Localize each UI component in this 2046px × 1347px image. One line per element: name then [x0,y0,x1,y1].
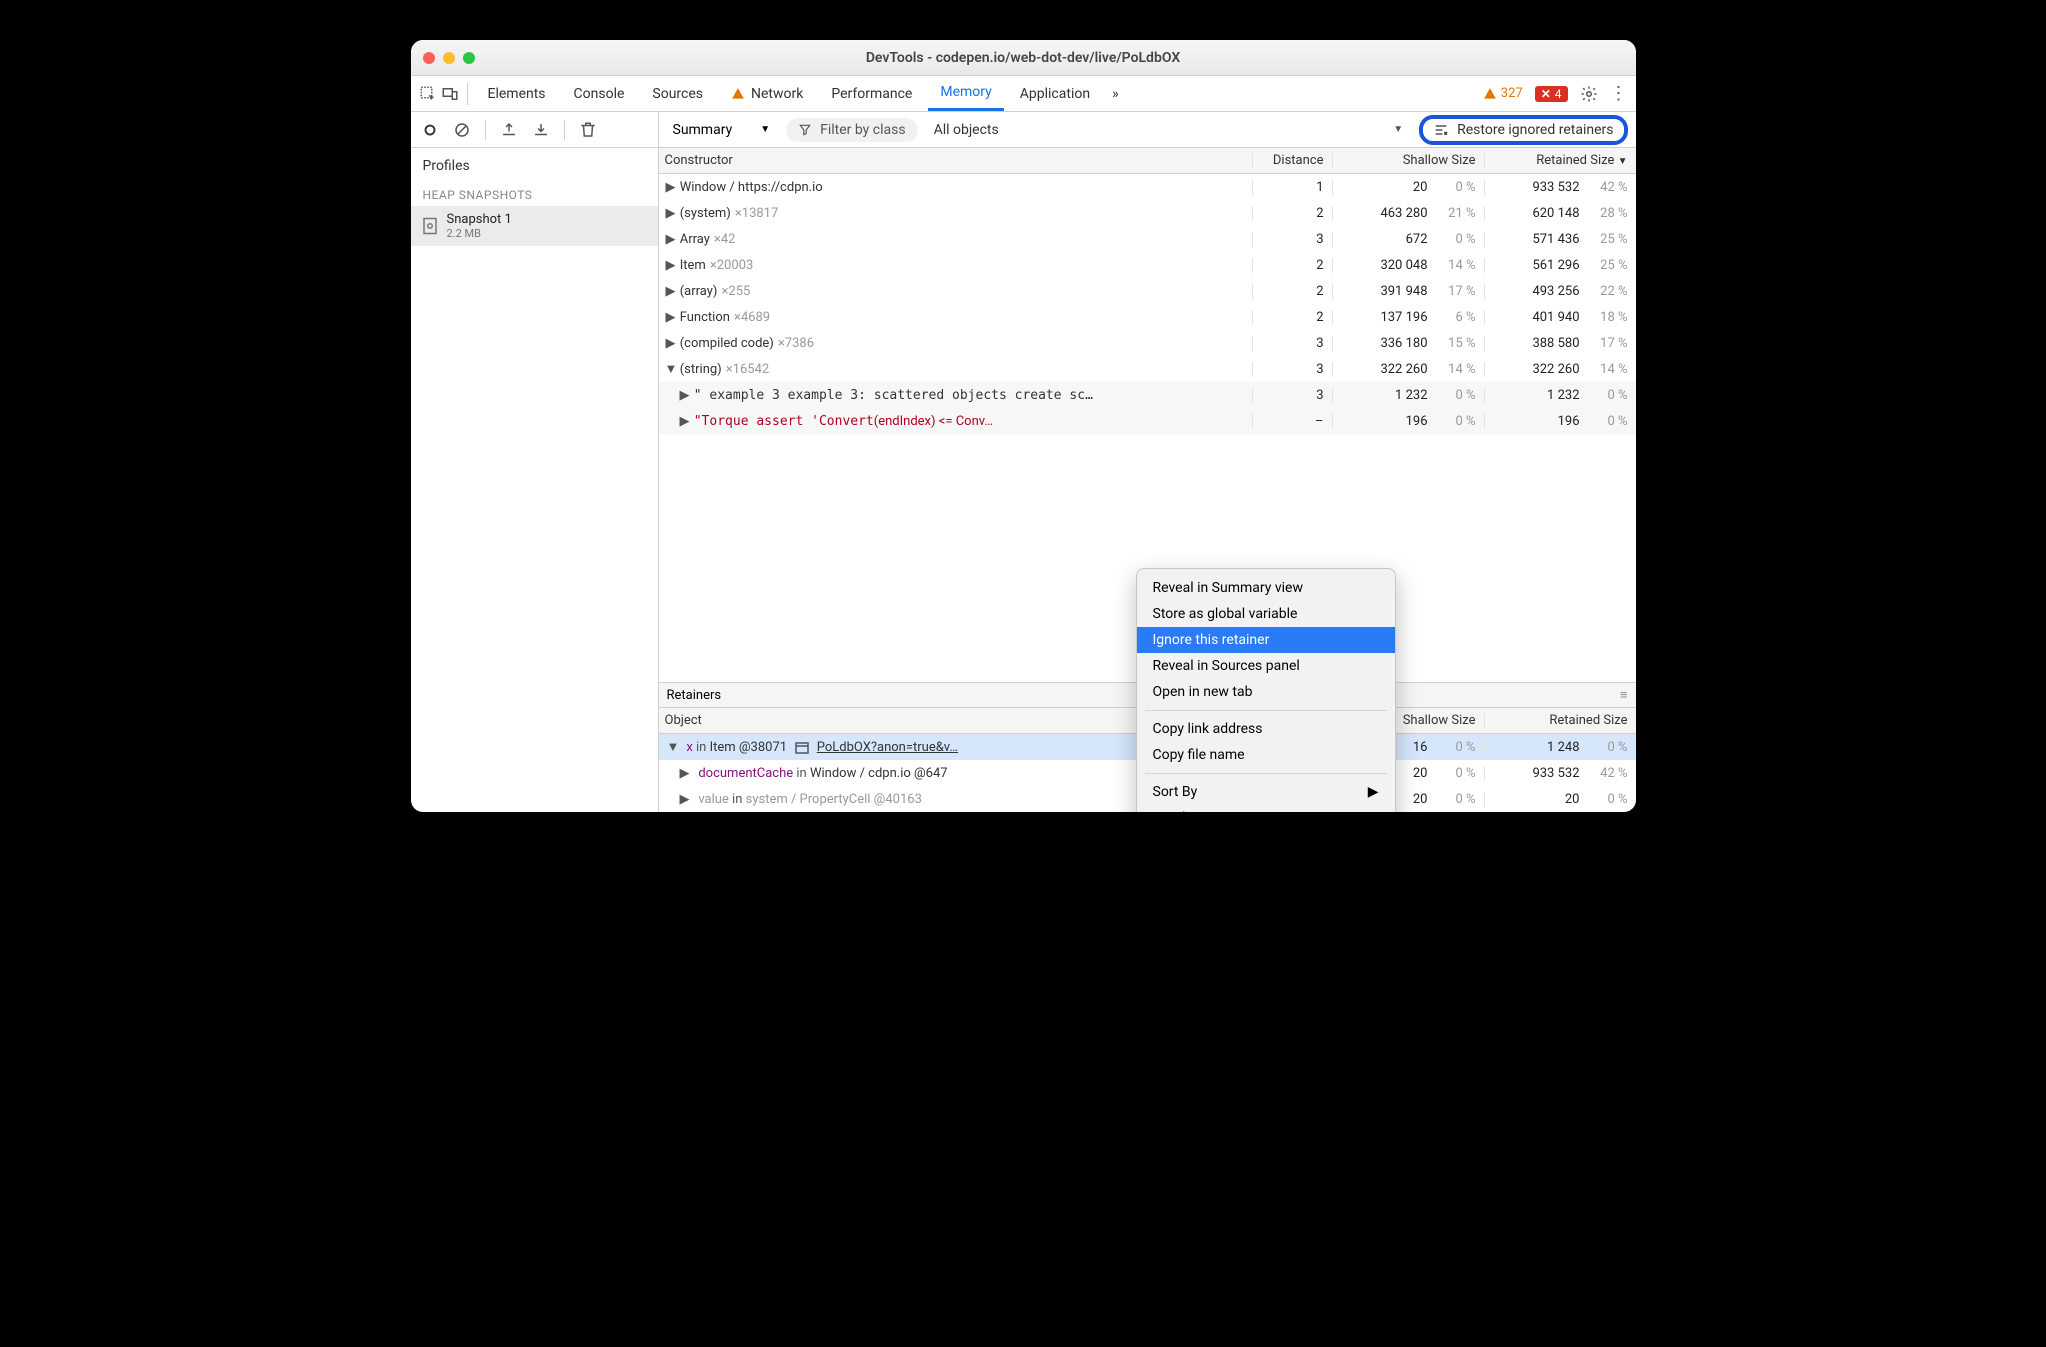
table-row[interactable]: ▶ " example 3 example 3: scattered objec… [659,382,1636,408]
ctx-open-new-tab[interactable]: Open in new tab [1137,679,1395,705]
table-row[interactable]: ▶ (system)×13817 2 463 28021 % 620 14828… [659,200,1636,226]
inspect-icon[interactable] [419,85,437,103]
tab-performance[interactable]: Performance [819,76,924,111]
ctx-reveal-sources[interactable]: Reveal in Sources panel [1137,653,1395,679]
retainers-menu-icon[interactable]: ≡ [1620,687,1628,703]
ctx-sort-by[interactable]: Sort By▶ [1137,779,1395,805]
table-row[interactable]: ▼ (string)×16542 3 322 26014 % 322 26014… [659,356,1636,382]
restore-ignored-retainers-button[interactable]: Restore ignored retainers [1419,115,1627,145]
delete-icon[interactable] [579,121,597,139]
warning-count[interactable]: 327 [1483,86,1523,101]
ctx-reveal-summary[interactable]: Reveal in Summary view [1137,575,1395,601]
snapshot-icon [421,217,439,235]
col-retained2[interactable]: Retained Size [1484,713,1636,728]
record-icon[interactable] [421,121,439,139]
gear-icon[interactable] [1580,85,1598,103]
col-shallow[interactable]: Shallow Size [1332,153,1484,168]
context-menu: Reveal in Summary view Store as global v… [1136,568,1396,812]
tab-console[interactable]: Console [562,76,637,111]
ctx-copy-filename[interactable]: Copy file name [1137,742,1395,768]
restore-icon [1433,122,1449,138]
error-count[interactable]: ✕4 [1535,86,1568,102]
tab-application[interactable]: Application [1008,76,1102,111]
table-row[interactable]: ▶ "Torque assert 'Convert(endIndex) <= C… [659,408,1636,434]
devtools-window: DevTools - codepen.io/web-dot-dev/live/P… [411,40,1636,812]
col-constructor[interactable]: Constructor [659,153,1252,168]
traffic-lights [423,52,475,64]
ctx-header-options[interactable]: Header Options▶ [1137,805,1395,812]
minimize-window[interactable] [443,52,455,64]
more-tabs-icon[interactable]: » [1106,86,1125,102]
table-row[interactable]: ▶ (array)×255 2 391 94817 % 493 25622 % [659,278,1636,304]
maximize-window[interactable] [463,52,475,64]
ctx-copy-link[interactable]: Copy link address [1137,716,1395,742]
snapshot-name: Snapshot 1 [447,212,512,227]
clear-icon[interactable] [453,121,471,139]
table-row[interactable]: ▶ (compiled code)×7386 3 336 18015 % 388… [659,330,1636,356]
ctx-ignore-retainer[interactable]: Ignore this retainer [1137,627,1395,653]
snapshot-size: 2.2 MB [447,227,512,240]
col-retained[interactable]: Retained Size ▼ [1484,153,1636,168]
filter-icon [798,123,812,137]
device-toggle-icon[interactable] [441,85,459,103]
profiles-label: Profiles [411,148,658,178]
summary-dropdown[interactable]: Summary▼ [667,122,777,138]
left-sidebar: Profiles HEAP SNAPSHOTS Snapshot 1 2.2 M… [411,112,659,812]
snapshot-item[interactable]: Snapshot 1 2.2 MB [411,206,658,246]
tab-memory[interactable]: Memory [928,76,1003,111]
table-row[interactable]: ▶ Item×20003 2 320 04814 % 561 29625 % [659,252,1636,278]
devtools-tabbar: Elements Console Sources Network Perform… [411,76,1636,112]
kebab-menu-icon[interactable]: ⋮ [1610,83,1628,104]
col-distance[interactable]: Distance [1252,153,1332,168]
table-row[interactable]: ▶ Window / https://cdpn.io 1 200 % 933 5… [659,174,1636,200]
close-window[interactable] [423,52,435,64]
heap-snapshots-label: HEAP SNAPSHOTS [411,178,658,206]
table-row[interactable]: ▶ Array×42 3 6720 % 571 43625 % [659,226,1636,252]
tab-network[interactable]: Network [719,76,815,111]
titlebar: DevTools - codepen.io/web-dot-dev/live/P… [411,40,1636,76]
all-objects-dropdown[interactable]: All objects [928,122,1005,138]
tab-elements[interactable]: Elements [476,76,558,111]
table-row[interactable]: ▶ Function×4689 2 137 1966 % 401 94018 % [659,304,1636,330]
window-icon [795,742,809,754]
window-title: DevTools - codepen.io/web-dot-dev/live/P… [411,50,1636,66]
download-icon[interactable] [532,121,550,139]
tab-sources[interactable]: Sources [640,76,715,111]
filter-by-class[interactable]: Filter by class [786,118,917,142]
ctx-store-global[interactable]: Store as global variable [1137,601,1395,627]
upload-icon[interactable] [500,121,518,139]
